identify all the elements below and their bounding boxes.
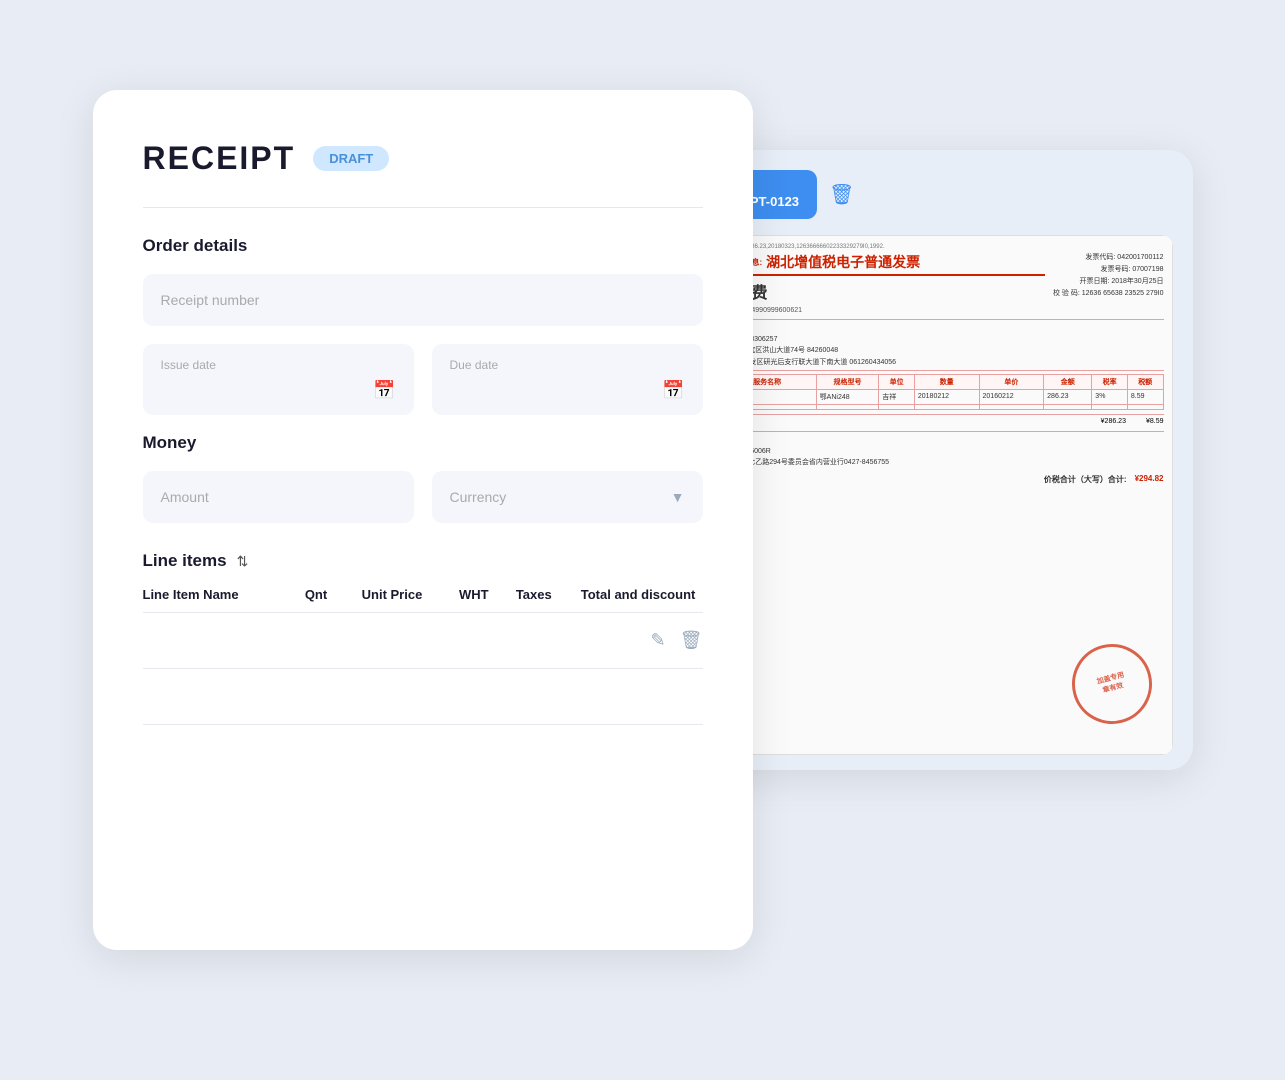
draft-badge: DRAFT — [313, 146, 389, 171]
col-taxes: Taxes — [516, 587, 581, 602]
amount-field[interactable]: Amount — [143, 471, 414, 523]
sort-icon[interactable]: ⇅ — [237, 553, 249, 570]
issue-date-calendar-icon: 📅 — [373, 380, 395, 401]
receipt-right-info: 发票代码: 042001700112 发票号码: 07007198 开票日期: … — [1053, 252, 1164, 315]
currency-placeholder: Currency — [450, 489, 507, 505]
table-row — [143, 669, 703, 725]
receipt-header-info: 二维码信息: 湖北增值税电子普通发票 通行费 发票号码: 49909996006… — [720, 252, 1045, 315]
receipt-main-title: 湖北增值税电子普通发票 — [766, 252, 920, 272]
currency-field[interactable]: Currency ▼ — [432, 471, 703, 523]
form-card: RECEIPT DRAFT Order details Issue date 📅… — [93, 90, 753, 950]
line-items-title: Line items — [143, 551, 227, 571]
due-date-label: Due date — [450, 358, 685, 372]
money-title: Money — [143, 433, 703, 453]
col-unit-price: Unit Price — [362, 587, 459, 602]
table-header: Line Item Name Qnt Unit Price WHT Taxes … — [143, 587, 703, 613]
page-title: RECEIPT — [143, 140, 296, 177]
issue-date-input-row: 📅 — [161, 380, 396, 401]
col-name: Line Item Name — [143, 587, 305, 602]
col-total: Total and discount — [581, 587, 703, 602]
line-items-header: Line items ⇅ — [143, 551, 703, 571]
issue-date-field[interactable]: Issue date 📅 — [143, 344, 414, 415]
main-container: RECEIPT DRAFT Order details Issue date 📅… — [93, 90, 1193, 990]
row1-actions: ✎ 🗑 — [581, 630, 703, 651]
receipt-invoice-number: 发票号码: 4990999600621 — [720, 305, 1045, 315]
edit-icon[interactable]: ✎ — [651, 630, 666, 651]
date-row: Issue date 📅 Due date 📅 — [143, 344, 703, 415]
header-divider — [143, 207, 703, 208]
col-wht: WHT — [459, 587, 516, 602]
money-row: Amount Currency ▼ — [143, 471, 703, 523]
issue-date-label: Issue date — [161, 358, 396, 372]
receipt-number-input[interactable] — [143, 274, 703, 326]
order-details-title: Order details — [143, 236, 703, 256]
table-row: ✎ 🗑 — [143, 613, 703, 669]
receipt-type: 通行费 — [720, 279, 1045, 303]
due-date-input-row: 📅 — [450, 380, 685, 401]
form-header: RECEIPT DRAFT — [143, 140, 703, 177]
receipt-stamp: 加盖专用章有效 — [1063, 635, 1161, 733]
receipt-number-group — [143, 274, 703, 326]
due-date-field[interactable]: Due date 📅 — [432, 344, 703, 415]
receipt-delete-button[interactable]: 🗑 — [829, 182, 854, 207]
col-qnt: Qnt — [305, 587, 362, 602]
delete-icon[interactable]: 🗑 — [680, 630, 703, 651]
money-section: Money Amount Currency ▼ — [143, 433, 703, 523]
currency-chevron-icon: ▼ — [671, 489, 685, 505]
amount-placeholder: Amount — [161, 489, 209, 505]
due-date-calendar-icon: 📅 — [662, 380, 684, 401]
